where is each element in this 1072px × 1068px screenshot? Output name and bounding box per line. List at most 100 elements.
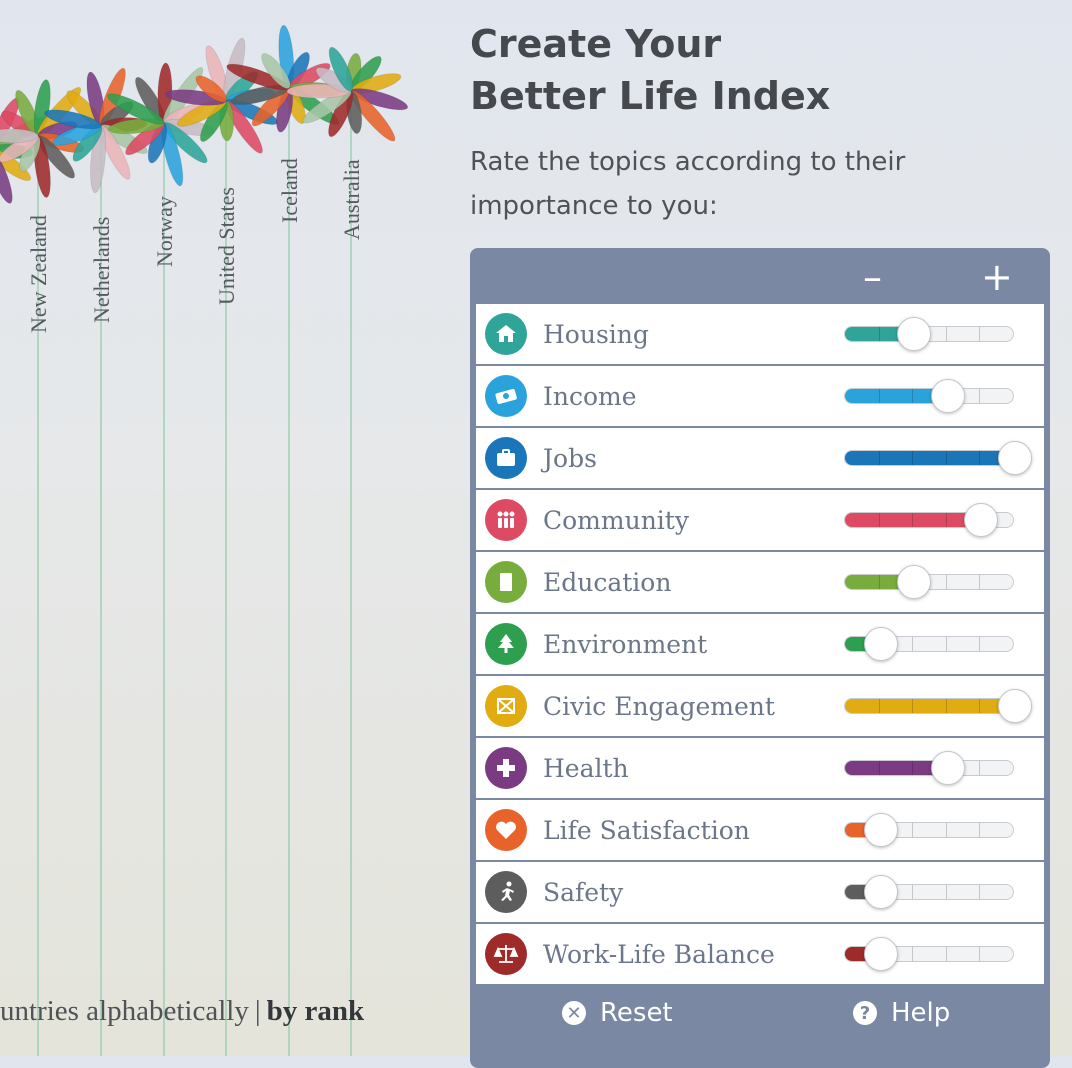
country-label[interactable]: Norway [152,196,178,267]
title-line-1: Create Your [470,22,722,66]
topic-row: Education [476,552,1044,612]
house-icon [485,313,527,355]
title-line-2: Better Life Index [470,74,831,118]
slider-tick [912,389,914,403]
slider-handle[interactable] [998,689,1032,723]
topic-row: Civic Engagement [476,676,1044,736]
slider-tick [878,513,880,527]
slider-tick [878,389,880,403]
slider-tick [912,947,914,961]
slider-track [844,698,1014,714]
slider-tick [979,389,981,403]
importance-slider[interactable] [844,317,1014,351]
sort-alphabetical-link[interactable]: untries alphabetically [0,995,249,1027]
importance-slider[interactable] [844,503,1014,537]
importance-slider[interactable] [844,751,1014,785]
slider-tick [945,575,947,589]
topic-row: Work-Life Balance [476,924,1044,984]
topic-label: Civic Engagement [543,691,775,721]
slider-tick [945,327,947,341]
topic-label: Life Satisfaction [543,815,750,845]
slider-tick [878,575,880,589]
briefcase-icon [485,437,527,479]
topic-row: Life Satisfaction [476,800,1044,860]
slider-handle[interactable] [863,937,898,971]
slider-handle[interactable] [964,503,999,537]
topic-row: Jobs [476,428,1044,488]
slider-handle[interactable] [930,751,965,785]
topic-label: Health [543,753,629,783]
importance-slider[interactable] [844,441,1032,475]
panel-footer: ✕ Reset ? Help [470,986,1050,1046]
slider-handle[interactable] [897,565,932,599]
topic-label: Jobs [543,443,597,473]
slider-handle[interactable] [863,875,898,909]
country-label[interactable]: New Zealand [26,215,52,333]
plus-label: + [981,255,1013,299]
slider-handle[interactable] [897,317,932,351]
slider-tick [945,885,947,899]
topic-row: Income [476,366,1044,426]
question-icon: ? [853,1001,877,1025]
topic-label: Safety [543,877,624,907]
importance-slider[interactable] [844,689,1032,723]
slider-tick [979,451,981,465]
importance-slider[interactable] [844,937,1014,971]
sort-by-rank-link[interactable]: by rank [267,995,365,1027]
country-label[interactable]: Iceland [277,158,303,223]
slider-tick [979,947,981,961]
close-icon: ✕ [562,1001,586,1025]
slider-tick [945,451,947,465]
slider-handle[interactable] [998,441,1032,475]
slider-tick [979,637,981,651]
topic-row: Community [476,490,1044,550]
importance-slider[interactable] [844,565,1014,599]
slider-tick [979,327,981,341]
topic-label: Environment [543,629,708,659]
slider-fill [845,699,1013,713]
importance-slider[interactable] [844,875,1014,909]
importance-slider[interactable] [844,813,1014,847]
slider-tick [878,761,880,775]
slider-tick [979,885,981,899]
country-label[interactable]: United States [214,187,240,305]
heart-icon [485,809,527,851]
topic-rating-panel: – + Housing Income Jobs Community Education E… [470,248,1050,1068]
topic-label: Income [543,381,637,411]
ballot-box-icon [485,685,527,727]
slider-tick [912,637,914,651]
topic-label: Education [543,567,672,597]
help-button[interactable]: ? Help [853,998,950,1028]
slider-tick [945,699,947,713]
slider-tick [945,823,947,837]
country-label[interactable]: Australia [339,159,365,240]
reset-button[interactable]: ✕ Reset [562,998,673,1028]
slider-tick [979,575,981,589]
slider-fill [845,451,1013,465]
slider-track [844,760,1014,776]
sort-separator: | [254,995,261,1027]
importance-slider[interactable] [844,627,1014,661]
slider-tick [979,823,981,837]
country-label[interactable]: Netherlands [89,217,115,323]
slider-tick [945,947,947,961]
reset-label: Reset [600,998,673,1028]
slider-tick [945,637,947,651]
flower-chart [0,24,409,1056]
sort-bar: untries alphabetically | by rank [0,995,364,1028]
slider-handle[interactable] [863,627,898,661]
slider-tick [912,513,914,527]
topic-row: Environment [476,614,1044,674]
importance-slider[interactable] [844,379,1014,413]
slider-tick [912,699,914,713]
panel-header: – + [470,248,1050,304]
page-subtitle: Rate the topics according to their impor… [470,147,906,221]
topic-list: Housing Income Jobs Community Education Envir… [476,304,1044,986]
slider-handle[interactable] [863,813,898,847]
slider-tick [979,699,981,713]
minus-label: – [863,255,882,299]
slider-handle[interactable] [930,379,965,413]
slider-track [844,388,1014,404]
slider-tick [912,885,914,899]
topic-row: Safety [476,862,1044,922]
